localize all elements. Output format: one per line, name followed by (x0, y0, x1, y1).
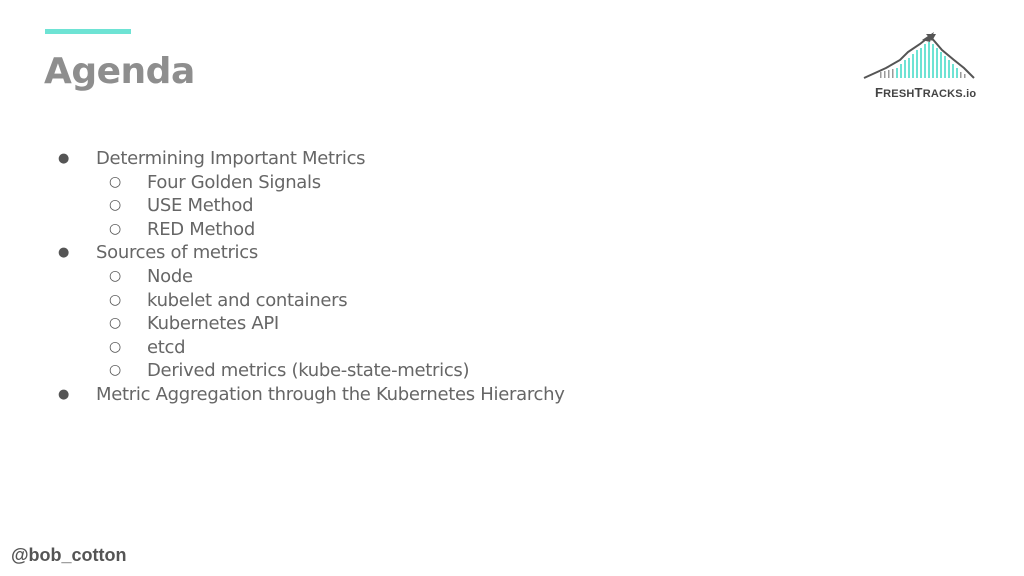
agenda-item-text: kubelet and containers (147, 289, 348, 311)
slide: Agenda FRESHTRACKS.io ● Determining Impo… (0, 0, 1024, 576)
freshtracks-logo: FRESHTRACKS.io (860, 30, 978, 102)
filled-bullet-icon: ● (58, 245, 70, 261)
hollow-bullet-icon: ○ (109, 291, 122, 308)
logo-wordmark: FRESHTRACKS.io (875, 85, 977, 100)
footer-twitter-handle: @bob_cotton (11, 545, 127, 565)
agenda-item-text: Metric Aggregation through the Kubernete… (96, 383, 565, 405)
hollow-bullet-icon: ○ (109, 220, 122, 237)
hollow-bullet-icon: ○ (109, 267, 122, 284)
agenda-item-text: Four Golden Signals (147, 171, 321, 193)
filled-bullet-icon: ● (58, 151, 70, 166)
hollow-bullet-icon: ○ (109, 362, 122, 379)
agenda-item-text: Kubernetes API (147, 313, 279, 335)
hollow-bullet-icon: ○ (109, 173, 122, 190)
hollow-bullet-icon: ○ (109, 338, 122, 355)
mountain-logo-icon (863, 32, 975, 79)
agenda-item-text: Sources of metrics (96, 242, 258, 264)
agenda-item-text: RED Method (147, 218, 255, 240)
slide-title: Agenda (44, 51, 195, 92)
filled-bullet-icon: ● (58, 386, 70, 402)
hollow-bullet-icon: ○ (109, 315, 122, 332)
agenda-item-text: etcd (147, 336, 186, 358)
agenda-item-text: USE Method (147, 195, 254, 217)
agenda-item-text: Determining Important Metrics (96, 148, 366, 169)
agenda-item-text: Node (147, 265, 193, 287)
title-accent-bar (45, 29, 131, 34)
agenda-item-text: Derived metrics (kube-state-metrics) (147, 360, 470, 382)
hollow-bullet-icon: ○ (109, 197, 122, 214)
